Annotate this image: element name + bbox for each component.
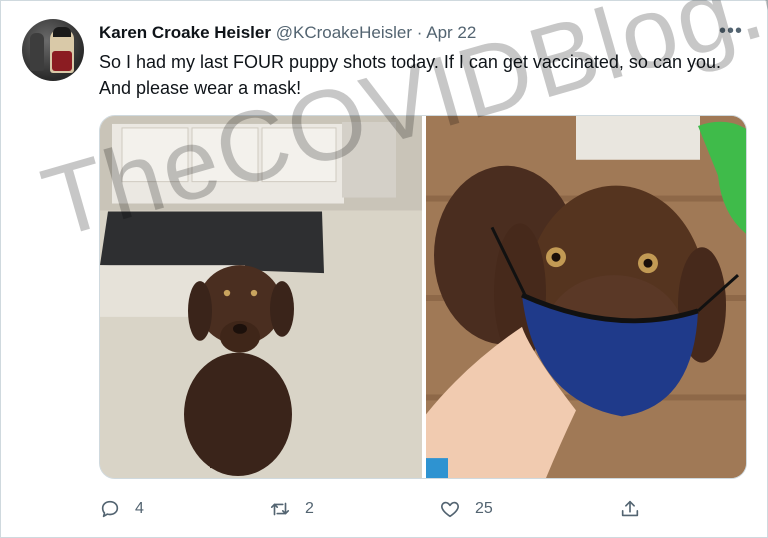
- share-button[interactable]: [619, 495, 641, 523]
- author-handle[interactable]: @KCroakeHeisler: [276, 23, 412, 42]
- avatar[interactable]: [22, 19, 84, 81]
- tweet-card[interactable]: Karen Croake Heisler @KCroakeHeisler · A…: [0, 0, 768, 538]
- retweet-button[interactable]: 2: [269, 495, 314, 523]
- avatar-figure-bobblehead: [50, 27, 74, 73]
- tweet-text: So I had my last FOUR puppy shots today.…: [99, 52, 721, 98]
- action-bar: 4 2 25: [99, 495, 659, 523]
- separator-dot: ·: [416, 23, 423, 42]
- tweet-header: Karen Croake Heisler @KCroakeHeisler · A…: [99, 22, 476, 44]
- like-icon: [441, 501, 459, 518]
- more-horizontal-icon[interactable]: •••: [719, 21, 743, 41]
- reply-button[interactable]: 4: [99, 495, 144, 523]
- photo-puppy-sitting[interactable]: [100, 116, 422, 478]
- reply-icon: [101, 500, 119, 518]
- share-icon: [621, 500, 639, 517]
- retweet-count: 2: [305, 500, 314, 517]
- tweet-date[interactable]: Apr 22: [426, 23, 476, 42]
- photo-puppy-mask[interactable]: [426, 116, 747, 478]
- author-name[interactable]: Karen Croake Heisler: [99, 23, 271, 42]
- like-button[interactable]: 25: [439, 495, 493, 523]
- like-count: 25: [475, 500, 493, 517]
- avatar-figure-left: [30, 33, 44, 71]
- reply-count: 4: [135, 500, 144, 517]
- tweet-media[interactable]: [99, 115, 747, 479]
- retweet-icon: [270, 502, 290, 516]
